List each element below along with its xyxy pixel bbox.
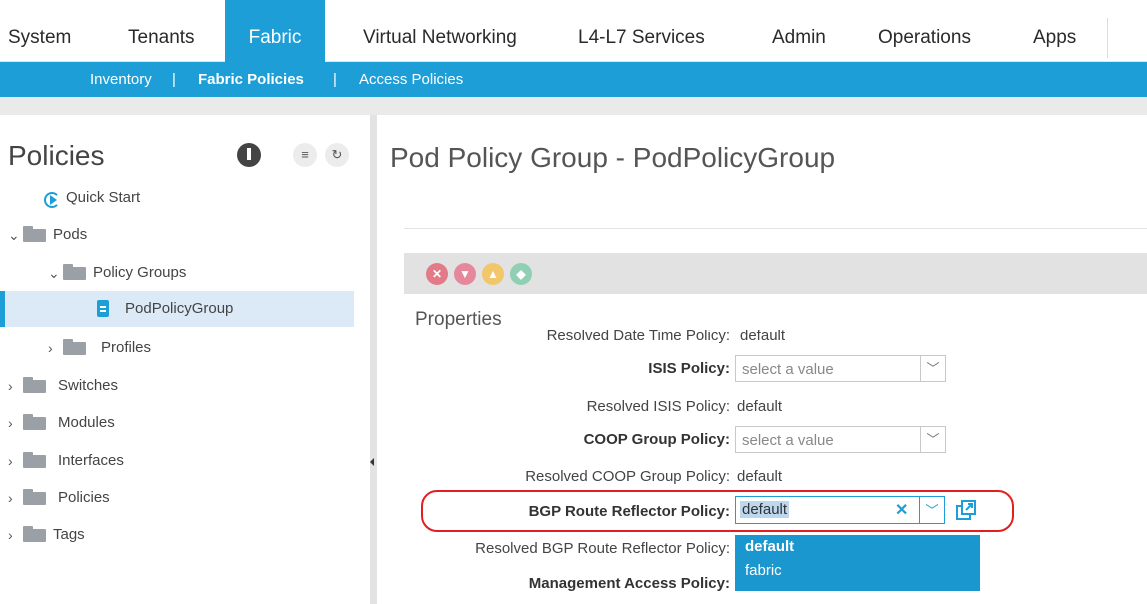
resolved-isis-label: Resolved ISIS Policy: — [586, 398, 730, 415]
chevron-right-icon[interactable]: › — [8, 522, 22, 548]
tab-virtual-networking[interactable]: Virtual Networking — [363, 0, 517, 62]
chevron-right-icon[interactable]: › — [8, 410, 22, 436]
major-fault-icon[interactable]: ▼ — [454, 263, 476, 285]
chevron-down-icon[interactable]: ﹀ — [920, 496, 945, 524]
resolved-coop-value: default — [737, 468, 783, 485]
folder-icon — [23, 489, 46, 505]
sidebar-item-label: Modules — [58, 414, 115, 431]
folder-icon — [23, 452, 46, 468]
chevron-down-icon[interactable]: ﹀ — [920, 356, 945, 381]
policy-document-icon — [97, 300, 109, 317]
chevron-down-icon[interactable]: ⌄ — [48, 260, 62, 286]
chevron-down-icon[interactable]: ﹀ — [920, 427, 945, 452]
properties-heading: Properties — [415, 309, 502, 330]
quick-start-icon[interactable] — [237, 143, 261, 167]
bgp-route-reflector-select[interactable]: default ✕ — [735, 496, 920, 524]
sidebar-item-quick-start[interactable]: Quick Start — [66, 185, 266, 211]
resolved-datetime-value: default — [740, 330, 786, 343]
isis-policy-label: ISIS Policy: — [648, 360, 730, 377]
collapse-all-icon[interactable]: ≡ — [293, 143, 317, 167]
sidebar-item-policy-groups[interactable]: ⌄ Policy Groups — [48, 260, 348, 286]
clear-icon[interactable]: ✕ — [895, 500, 908, 520]
coop-group-policy-placeholder: select a value — [742, 432, 834, 449]
collapse-arrow-icon[interactable] — [370, 458, 374, 466]
bgp-options-dropdown: default fabric — [735, 535, 980, 591]
folder-icon — [23, 377, 46, 393]
sidebar-item-label: Quick Start — [66, 189, 141, 206]
subnav-separator: | — [172, 71, 176, 88]
sidebar-item-profiles[interactable]: › Profiles — [48, 335, 348, 361]
sidebar-item-label: Profiles — [101, 339, 152, 356]
tab-apps[interactable]: Apps — [1033, 0, 1076, 62]
sidebar-item-label: PodPolicyGroup — [125, 300, 234, 317]
sidebar-item-pods[interactable]: ⌄ Pods — [8, 222, 308, 248]
top-navigation: System Tenants Fabric Virtual Networking… — [0, 0, 1147, 62]
fault-summary-bar: ✕ ▼ ▲ ◆ — [404, 253, 1147, 294]
header-spacer — [0, 97, 1147, 115]
chevron-right-icon[interactable]: › — [8, 448, 22, 474]
sidebar-item-tags[interactable]: › Tags — [8, 522, 308, 548]
folder-icon — [63, 339, 86, 355]
tab-system[interactable]: System — [8, 0, 71, 62]
warning-fault-icon[interactable]: ◆ — [510, 263, 532, 285]
management-access-label: Management Access Policy: — [528, 575, 730, 592]
panel-resize-handle[interactable] — [370, 115, 377, 604]
folder-icon — [23, 226, 46, 242]
resolved-datetime-label: Resolved Date Time Policy: — [546, 330, 730, 343]
tab-fabric[interactable]: Fabric — [225, 0, 325, 62]
tab-l4-l7-services[interactable]: L4-L7 Services — [578, 0, 705, 62]
resolved-isis-value: default — [737, 398, 783, 415]
tab-operations[interactable]: Operations — [878, 0, 971, 62]
sidebar-item-policies[interactable]: › Policies — [8, 485, 308, 511]
sidebar-item-modules[interactable]: › Modules — [8, 410, 308, 436]
folder-icon — [63, 264, 86, 280]
minor-fault-icon[interactable]: ▲ — [482, 263, 504, 285]
sidebar-item-label: Switches — [58, 377, 119, 394]
refresh-icon[interactable]: ↻ — [325, 143, 349, 167]
resolved-bgp-label: Resolved BGP Route Reflector Policy: — [475, 540, 730, 557]
quick-start-play-icon — [44, 192, 60, 208]
subnav-separator: | — [333, 71, 337, 88]
chevron-down-icon[interactable]: ⌄ — [8, 222, 22, 248]
sidebar-title: Policies — [8, 140, 105, 171]
critical-fault-icon[interactable]: ✕ — [426, 263, 448, 285]
subnav-access-policies[interactable]: Access Policies — [359, 71, 463, 88]
sidebar-item-switches[interactable]: › Switches — [8, 373, 308, 399]
sidebar-item-podpolicygroup[interactable]: PodPolicyGroup — [0, 291, 354, 327]
chevron-right-icon[interactable]: › — [8, 485, 22, 511]
chevron-right-icon[interactable]: › — [48, 335, 62, 361]
isis-policy-select[interactable]: select a value ﹀ — [735, 355, 946, 382]
sidebar-item-label: Policy Groups — [93, 264, 187, 281]
sidebar-item-label: Pods — [53, 226, 88, 243]
dropdown-option-fabric[interactable]: fabric — [745, 562, 782, 579]
dropdown-option-default[interactable]: default — [745, 538, 794, 555]
open-policy-icon[interactable] — [955, 499, 977, 521]
folder-icon — [23, 414, 46, 430]
tab-admin[interactable]: Admin — [772, 0, 826, 62]
subnav-fabric-policies[interactable]: Fabric Policies — [198, 71, 304, 88]
tab-tenants[interactable]: Tenants — [128, 0, 195, 62]
chevron-right-icon[interactable]: › — [8, 373, 22, 399]
sidebar-item-label: Tags — [53, 526, 85, 543]
title-divider — [404, 228, 1147, 229]
coop-group-policy-select[interactable]: select a value ﹀ — [735, 426, 946, 453]
sidebar-item-label: Interfaces — [58, 452, 124, 469]
sub-navigation: Inventory | Fabric Policies | Access Pol… — [0, 62, 1147, 97]
bgp-route-reflector-value[interactable]: default — [740, 501, 790, 518]
page-title: Pod Policy Group - PodPolicyGroup — [390, 142, 836, 173]
resolved-datetime-row: Resolved Date Time Policy: default — [404, 330, 1147, 343]
isis-policy-placeholder: select a value — [742, 361, 834, 378]
nav-divider — [1107, 18, 1108, 58]
bgp-route-reflector-label: BGP Route Reflector Policy: — [528, 503, 730, 520]
resolved-coop-label: Resolved COOP Group Policy: — [525, 468, 730, 485]
subnav-inventory[interactable]: Inventory — [90, 71, 152, 88]
sidebar-item-interfaces[interactable]: › Interfaces — [8, 448, 308, 474]
folder-icon — [23, 526, 46, 542]
selection-indicator — [0, 291, 5, 327]
sidebar-item-label: Policies — [58, 489, 110, 506]
coop-group-policy-label: COOP Group Policy: — [583, 431, 730, 448]
